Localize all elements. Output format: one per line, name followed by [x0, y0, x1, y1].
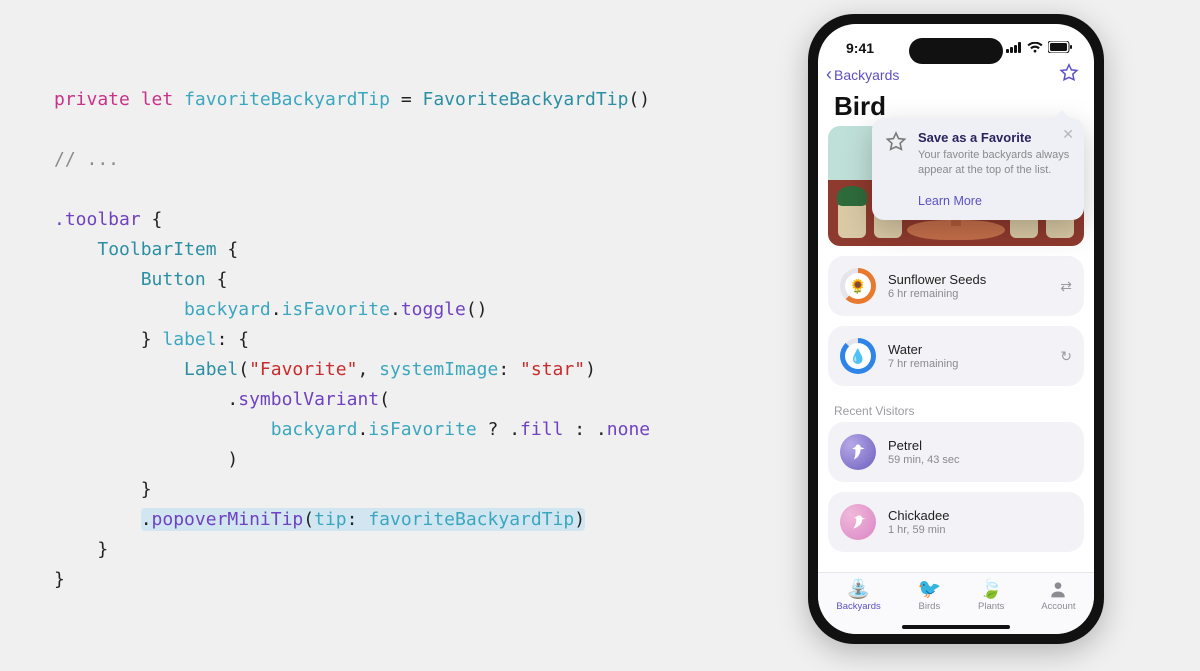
- ToolbarItem: ToolbarItem: [97, 239, 216, 260]
- visitor1-name: Petrel: [888, 438, 960, 453]
- tab-backyards[interactable]: ⛲ Backyards: [836, 579, 880, 612]
- visitor-chickadee[interactable]: Chickadee 1 hr, 59 min: [828, 492, 1084, 552]
- wifi-icon: [1027, 40, 1043, 56]
- popoverMiniTip: popoverMiniTip: [152, 509, 304, 530]
- tab-plants[interactable]: 🍃 Plants: [978, 579, 1004, 612]
- type-init: FavoriteBackyardTip: [423, 89, 629, 110]
- bird-avatar-chickadee: [840, 504, 876, 540]
- supply-list: 🌻 Sunflower Seeds 6 hr remaining ⇄ 💧 Wat…: [818, 246, 1094, 386]
- home-indicator: [902, 625, 1010, 629]
- account-icon: [1048, 579, 1068, 599]
- tip-subtitle: Your favorite backyards always appear at…: [918, 148, 1072, 178]
- progress-ring-seeds: 🌻: [840, 268, 876, 304]
- birds-icon: 🐦: [918, 579, 942, 599]
- seeds-title: Sunflower Seeds: [888, 272, 986, 287]
- chevron-left-icon: ‹: [826, 64, 832, 84]
- tab-bar: ⛲ Backyards 🐦 Birds 🍃 Plants Account: [818, 572, 1094, 634]
- star-nav-icon[interactable]: [1058, 62, 1080, 87]
- reload-icon[interactable]: ↻: [1060, 348, 1072, 365]
- close-icon[interactable]: ✕: [1062, 126, 1074, 143]
- battery-icon: [1048, 40, 1072, 56]
- Label: Label: [184, 359, 238, 380]
- visitor-petrel[interactable]: Petrel 59 min, 43 sec: [828, 422, 1084, 482]
- screen: 9:41 ‹Backyards Bird: [818, 24, 1094, 634]
- parens: (): [628, 89, 650, 110]
- tip-popover: ✕ Save as a Favorite Your favorite backy…: [872, 118, 1084, 220]
- visitors-header: Recent Visitors: [818, 396, 1094, 422]
- bird-avatar-petrel: [840, 434, 876, 470]
- swift-code-block: private let favoriteBackyardTip = Favori…: [54, 55, 754, 595]
- progress-ring-water: 💧: [840, 338, 876, 374]
- plants-icon: 🍃: [979, 579, 1003, 599]
- visitor1-time: 59 min, 43 sec: [888, 454, 960, 466]
- star-icon: [884, 130, 908, 178]
- toolbar-mod: .toolbar: [54, 209, 141, 230]
- water-sub: 7 hr remaining: [888, 358, 958, 370]
- eq: =: [401, 89, 412, 110]
- tab-birds[interactable]: 🐦 Birds: [918, 579, 942, 612]
- signal-icon: [1006, 40, 1022, 56]
- dynamic-island: [909, 38, 1003, 64]
- var-name: favoriteBackyardTip: [184, 89, 390, 110]
- tip-title: Save as a Favorite: [918, 130, 1072, 145]
- back-button[interactable]: ‹Backyards: [826, 64, 899, 85]
- kw-private: private: [54, 89, 130, 110]
- learn-more-link[interactable]: Learn More: [918, 194, 1072, 208]
- seed-icon: 🌻: [845, 273, 871, 299]
- drop-icon: 💧: [845, 343, 871, 369]
- status-time: 9:41: [846, 40, 874, 56]
- kw-let: let: [141, 89, 174, 110]
- visitor2-name: Chickadee: [888, 508, 949, 523]
- iphone-mock: 9:41 ‹Backyards Bird: [808, 14, 1104, 644]
- Button: Button: [141, 269, 206, 290]
- backyards-icon: ⛲: [847, 579, 871, 599]
- visitors-list: Petrel 59 min, 43 sec Chickadee 1 hr, 59…: [818, 422, 1094, 552]
- swap-icon[interactable]: ⇄: [1060, 278, 1072, 295]
- comment: // ...: [54, 149, 119, 170]
- supply-seeds-card[interactable]: 🌻 Sunflower Seeds 6 hr remaining ⇄: [828, 256, 1084, 316]
- water-title: Water: [888, 342, 958, 357]
- visitor2-time: 1 hr, 59 min: [888, 524, 949, 536]
- seeds-sub: 6 hr remaining: [888, 288, 986, 300]
- tab-account[interactable]: Account: [1041, 579, 1075, 612]
- supply-water-card[interactable]: 💧 Water 7 hr remaining ↻: [828, 326, 1084, 386]
- nav-bar: ‹Backyards: [818, 60, 1094, 89]
